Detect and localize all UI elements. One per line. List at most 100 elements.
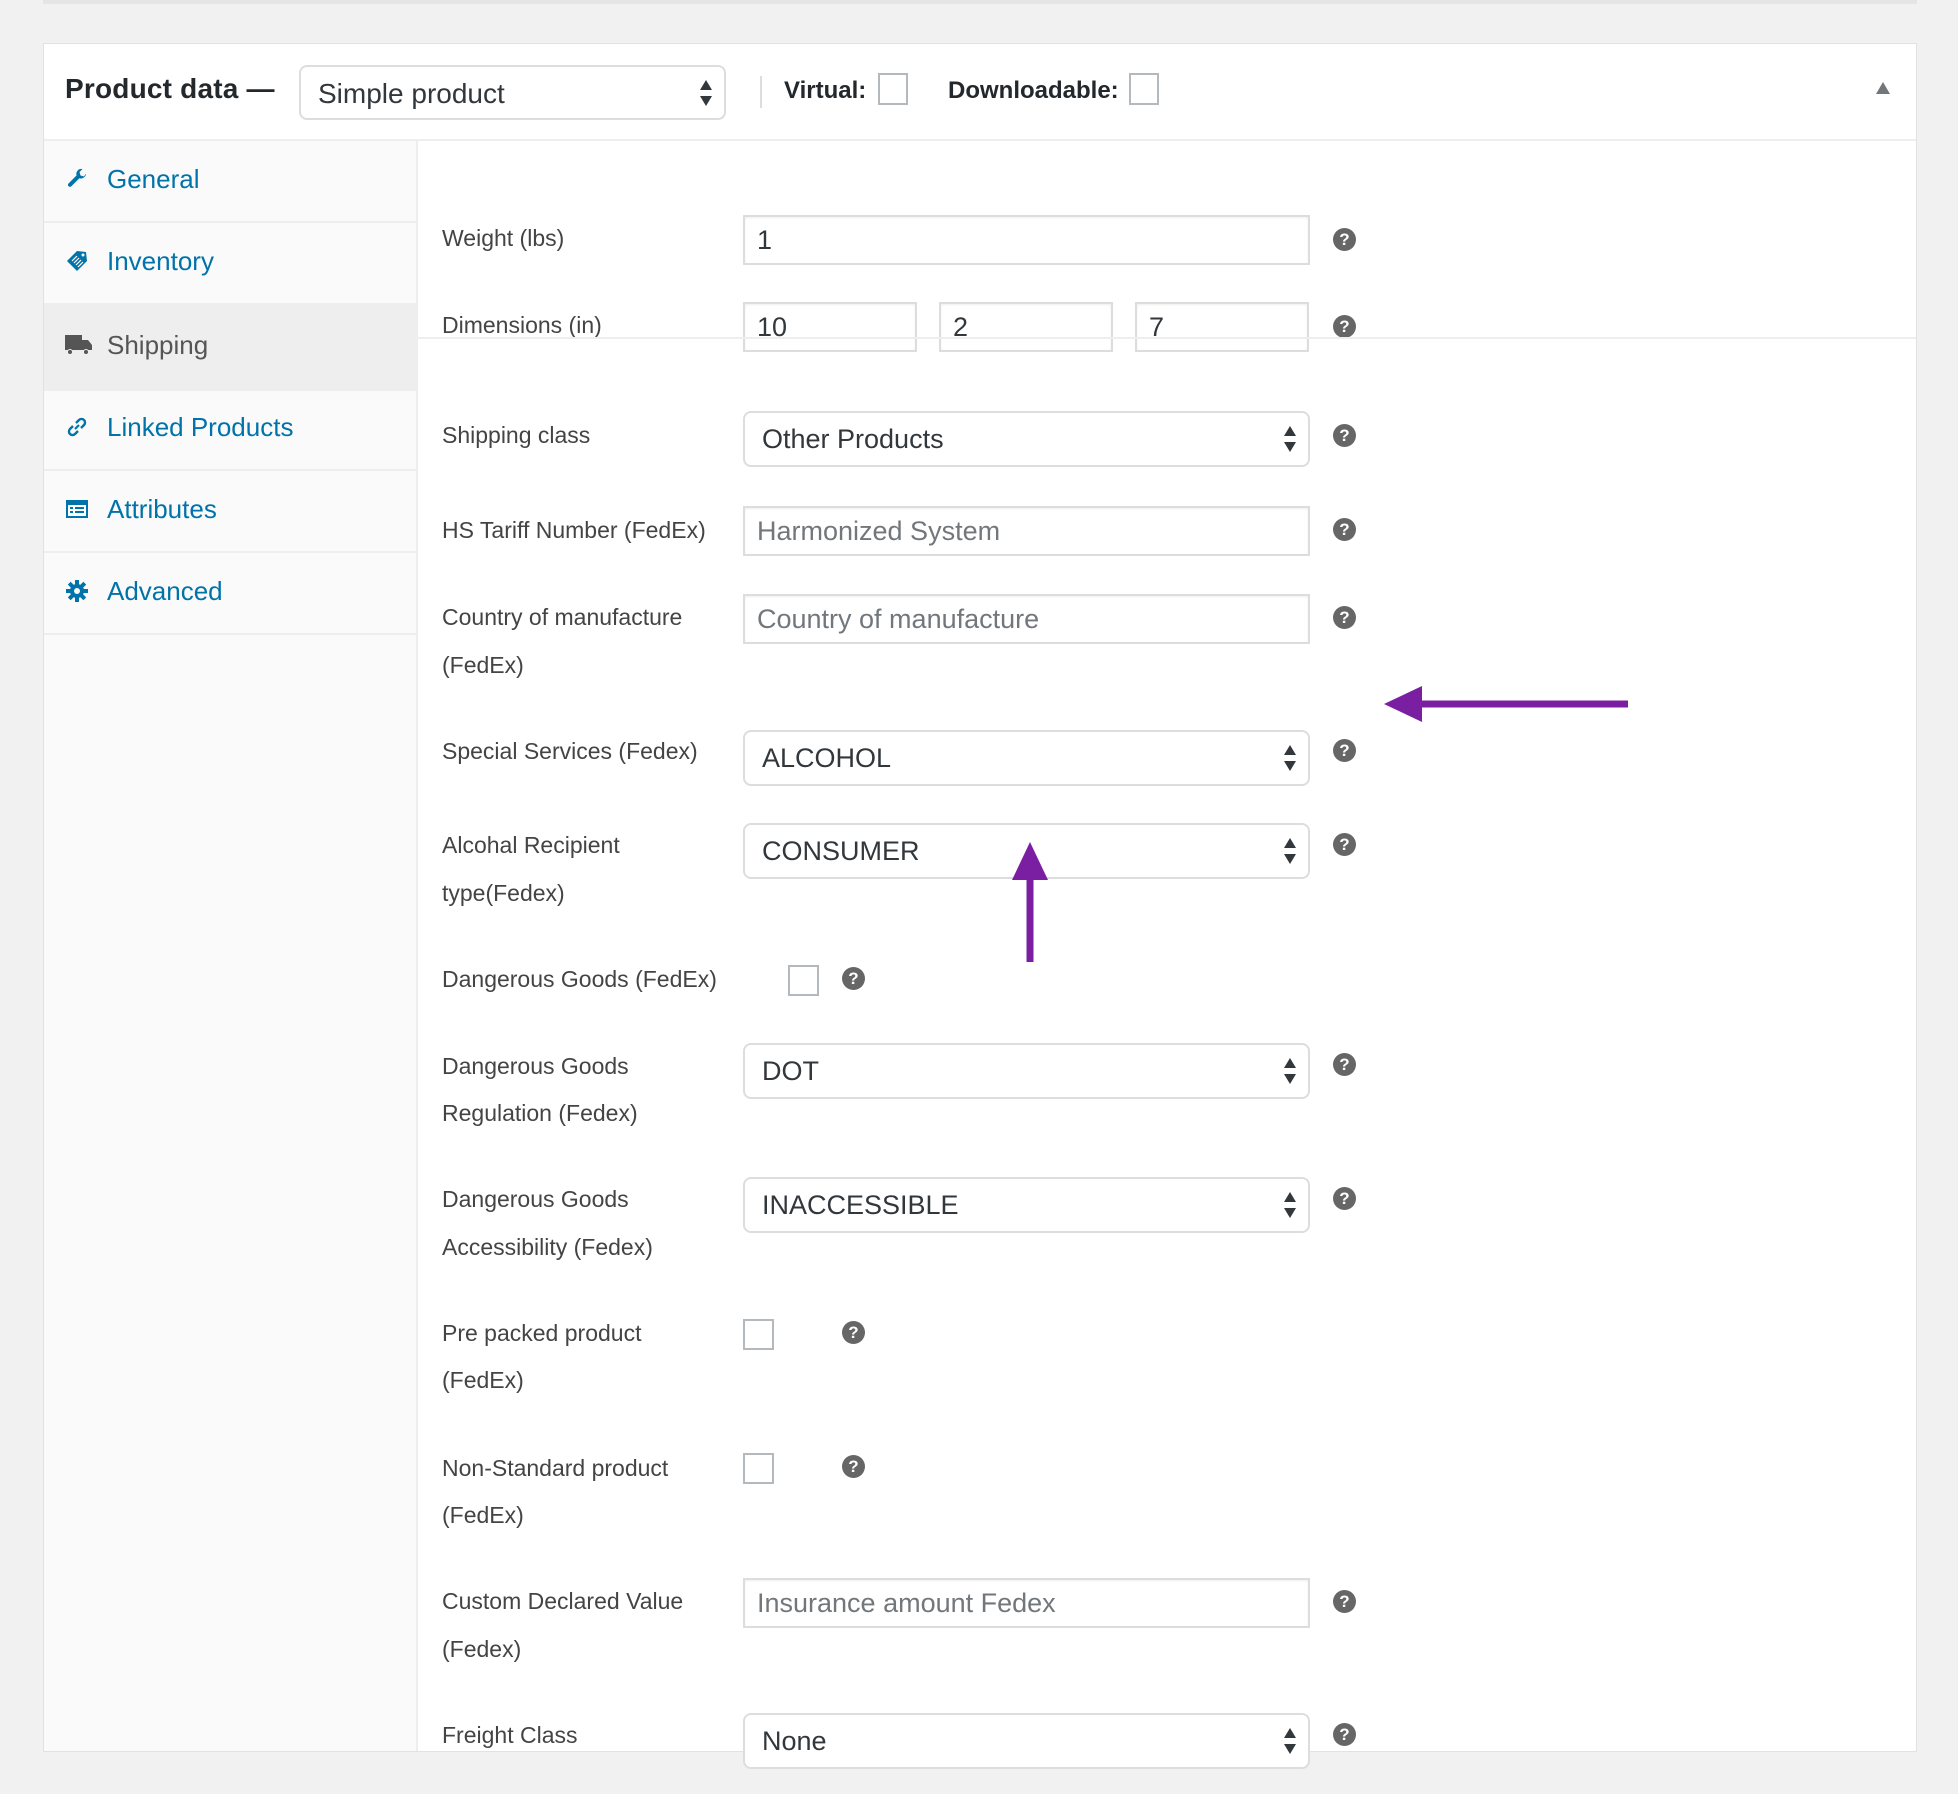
custom-declared-label-line2: (Fedex)	[442, 1636, 522, 1662]
help-icon[interactable]: ?	[842, 967, 865, 990]
help-icon[interactable]: ?	[1333, 1590, 1356, 1613]
tab-label: Attributes	[107, 494, 217, 524]
panel-title: Product data —	[65, 73, 275, 104]
dg-regulation-select[interactable]: DOT	[743, 1043, 1310, 1099]
select-arrows-icon	[1284, 1057, 1296, 1085]
product-type-value: Simple product	[318, 78, 505, 109]
pre-packed-label-line2: (FedEx)	[442, 1367, 524, 1393]
hs-tariff-input[interactable]: Harmonized System	[743, 506, 1310, 556]
select-arrows-icon	[1284, 837, 1296, 865]
tab-advanced[interactable]: Advanced	[44, 553, 416, 635]
shipping-class-label: Shipping class	[442, 422, 591, 448]
width-input[interactable]: 2	[939, 302, 1113, 352]
tab-label: Linked Products	[107, 412, 294, 442]
tab-label: Advanced	[107, 576, 223, 606]
list-icon	[66, 500, 88, 518]
help-icon[interactable]: ?	[1333, 1187, 1356, 1210]
section-divider	[418, 337, 1916, 339]
help-icon[interactable]: ?	[1333, 228, 1356, 251]
select-arrows-icon	[1284, 1191, 1296, 1219]
pre-packed-checkbox[interactable]	[743, 1319, 774, 1350]
length-input[interactable]: 10	[743, 302, 917, 352]
freight-class-label: Freight Class	[442, 1722, 578, 1748]
dg-regulation-value: DOT	[762, 1056, 819, 1086]
help-icon[interactable]: ?	[1333, 424, 1356, 447]
help-icon[interactable]: ?	[1333, 1723, 1356, 1746]
special-services-select[interactable]: ALCOHOL	[743, 730, 1310, 786]
annotation-arrow-up	[1012, 842, 1048, 962]
country-label-line1: Country of manufacture	[442, 604, 683, 630]
shipping-class-value: Other Products	[762, 424, 944, 454]
link-icon	[67, 417, 87, 437]
weight-input[interactable]: 1	[743, 215, 1310, 265]
dangerous-goods-label: Dangerous Goods (FedEx)	[442, 966, 717, 992]
special-services-value: ALCOHOL	[762, 743, 892, 773]
shipping-class-select[interactable]: Other Products	[743, 411, 1310, 467]
product-data-panel: Product data — Simple product Virtual: D…	[43, 43, 1917, 1769]
select-arrows-icon	[700, 79, 712, 107]
downloadable-checkbox[interactable]	[1129, 73, 1159, 105]
non-standard-label-line1: Non-Standard product	[442, 1455, 669, 1481]
help-icon[interactable]: ?	[1333, 606, 1356, 629]
dg-regulation-label-line2: Regulation (Fedex)	[442, 1100, 638, 1126]
downloadable-label: Downloadable:	[948, 77, 1119, 104]
collapse-toggle-icon[interactable]	[1876, 82, 1890, 94]
tab-attributes[interactable]: Attributes	[44, 471, 416, 553]
help-icon[interactable]: ?	[1333, 518, 1356, 541]
non-standard-checkbox[interactable]	[743, 1453, 774, 1484]
height-input[interactable]: 7	[1135, 302, 1309, 352]
help-icon[interactable]: ?	[1333, 833, 1356, 856]
truck-icon	[65, 335, 92, 355]
dg-accessibility-label-line1: Dangerous Goods	[442, 1186, 629, 1212]
dg-regulation-label-line1: Dangerous Goods	[442, 1053, 629, 1079]
custom-declared-input[interactable]: Insurance amount Fedex	[743, 1578, 1310, 1628]
special-services-label: Special Services (Fedex)	[442, 738, 698, 764]
alcohol-recipient-label-line2: type(Fedex)	[442, 880, 565, 906]
arrow-head	[1384, 686, 1422, 722]
pre-packed-label-line1: Pre packed product	[442, 1320, 642, 1346]
tab-shipping[interactable]: Shipping	[44, 305, 416, 391]
freight-class-value: None	[762, 1726, 827, 1756]
product-type-select[interactable]: Simple product	[299, 65, 726, 120]
help-icon[interactable]: ?	[842, 1455, 865, 1478]
virtual-label: Virtual:	[784, 77, 867, 104]
select-arrows-icon	[1284, 1727, 1296, 1755]
tab-label: General	[107, 164, 200, 194]
country-input[interactable]: Country of manufacture	[743, 594, 1310, 644]
help-icon[interactable]: ?	[1333, 739, 1356, 762]
tab-linked-products[interactable]: Linked Products	[44, 389, 416, 471]
tab-label: Inventory	[107, 246, 214, 276]
weight-label: Weight (lbs)	[442, 225, 565, 251]
non-standard-label-line2: (FedEx)	[442, 1502, 524, 1528]
dimensions-label: Dimensions (in)	[442, 312, 602, 338]
previous-panel-edge	[43, 0, 1917, 4]
annotation-arrow-left	[1384, 686, 1628, 722]
custom-declared-label-line1: Custom Declared Value	[442, 1588, 684, 1614]
gear-icon	[66, 580, 88, 602]
dg-accessibility-value: INACCESSIBLE	[762, 1190, 959, 1220]
header-separator	[760, 76, 762, 108]
dg-accessibility-select[interactable]: INACCESSIBLE	[743, 1177, 1310, 1233]
shipping-options-panel: Weight (lbs) 1 ? Dimensions (in) 10 2 7 …	[418, 141, 1916, 1769]
panel-header: Product data — Simple product Virtual: D…	[44, 44, 1916, 141]
country-label-line2: (FedEx)	[442, 652, 524, 678]
alcohol-recipient-value: CONSUMER	[762, 836, 920, 866]
dangerous-goods-checkbox[interactable]	[788, 965, 819, 996]
alcohol-recipient-label-line1: Alcohal Recipient	[442, 832, 620, 858]
tab-general[interactable]: General	[44, 141, 416, 223]
dg-accessibility-label-line2: Accessibility (Fedex)	[442, 1234, 653, 1260]
help-icon[interactable]: ?	[1333, 315, 1356, 338]
help-icon[interactable]: ?	[1333, 1053, 1356, 1076]
tag-icon	[67, 251, 87, 271]
tab-label: Shipping	[107, 330, 209, 360]
select-arrows-icon	[1284, 425, 1296, 453]
tab-inventory[interactable]: Inventory	[44, 223, 416, 305]
help-icon[interactable]: ?	[842, 1321, 865, 1344]
hs-tariff-label: HS Tariff Number (FedEx)	[442, 517, 706, 543]
wrench-icon	[68, 168, 86, 187]
select-arrows-icon	[1284, 744, 1296, 772]
virtual-checkbox[interactable]	[878, 73, 908, 105]
freight-class-select[interactable]: None	[743, 1713, 1310, 1769]
product-data-tabs: General Inventory Shipping Linked Produc…	[44, 141, 418, 1751]
arrow-head	[1012, 842, 1048, 880]
